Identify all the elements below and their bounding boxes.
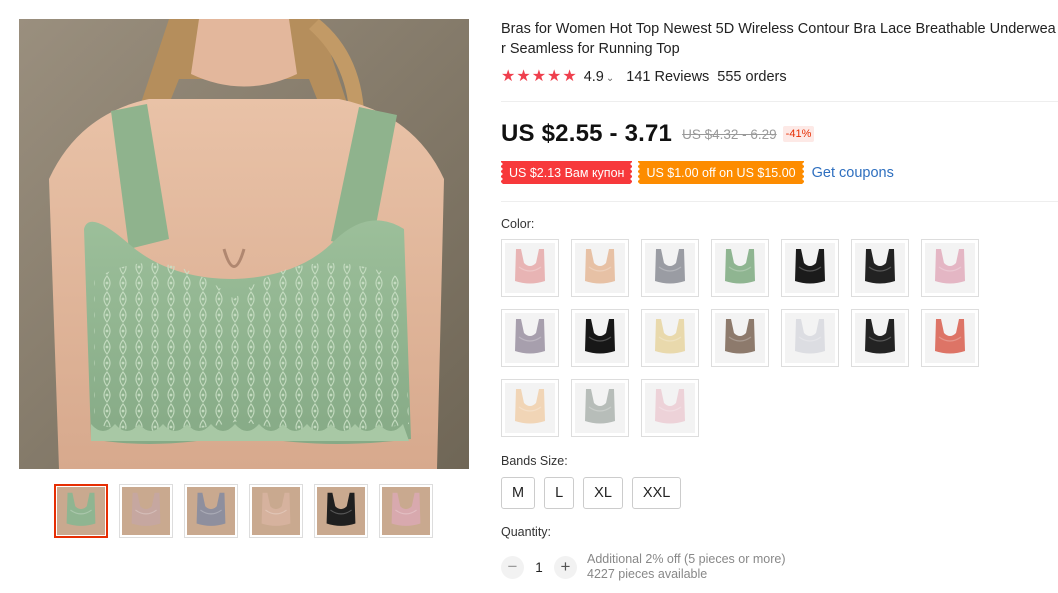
thumbnail-image <box>187 487 235 535</box>
price-row: US $2.55 - 3.71 US $4.32 - 6.29 -41% <box>501 120 815 148</box>
swatch-image <box>505 313 555 363</box>
thumbnail-green[interactable] <box>54 484 108 538</box>
swatch-image <box>785 313 835 363</box>
thumbnail-image <box>57 487 105 535</box>
size-option-m[interactable]: M <box>501 477 536 509</box>
color-swatch-light-pink[interactable] <box>921 239 979 297</box>
color-swatch-beige[interactable] <box>571 239 629 297</box>
coupon-select[interactable]: US $1.00 off on US $15.00 <box>636 161 806 184</box>
quantity-label: Quantity: <box>501 525 552 539</box>
thumbnail-black[interactable] <box>314 484 368 538</box>
divider <box>501 201 1058 202</box>
thumbnail-image <box>317 487 365 535</box>
thumbnail-beige[interactable] <box>249 484 303 538</box>
rating-dropdown[interactable]: 4.9 ⌄ <box>584 69 615 85</box>
thumbnail-grey[interactable] <box>184 484 238 538</box>
get-coupons-link[interactable]: Get coupons <box>812 165 894 181</box>
color-swatch-skin-lace[interactable] <box>501 379 559 437</box>
color-swatch-coral[interactable] <box>921 309 979 367</box>
stock-available: 4227 pieces available <box>587 567 708 581</box>
star-icon: ★ <box>501 68 516 85</box>
coupon-store[interactable]: US $2.13 Вам купон <box>501 161 635 184</box>
size-option-l[interactable]: L <box>544 477 575 509</box>
quantity-value[interactable]: 1 <box>524 560 554 575</box>
thumbnail-pink-lace[interactable] <box>379 484 433 538</box>
color-swatch-cream[interactable] <box>641 309 699 367</box>
quantity-stepper: − 1 + Additional 2% off (5 pieces or mor… <box>501 552 785 582</box>
swatch-image <box>925 313 975 363</box>
swatch-image <box>575 243 625 293</box>
color-swatch-black[interactable] <box>851 239 909 297</box>
product-title: Bras for Women Hot Top Newest 5D Wireles… <box>501 21 1056 57</box>
product-info-panel: Bras for Women Hot Top Newest 5D Wireles… <box>501 0 1058 593</box>
thumbnail-pink[interactable] <box>119 484 173 538</box>
swatch-image <box>575 383 625 433</box>
rating-value: 4.9 <box>583 69 604 85</box>
rating-row: ★ ★ ★ ★ ★ 4.9 ⌄ 141 Reviews 555 orders <box>501 68 787 86</box>
star-icon: ★ <box>562 68 577 85</box>
thumbnail-image <box>122 487 170 535</box>
swatch-image <box>505 383 555 433</box>
quantity-decrease-button[interactable]: − <box>501 555 524 579</box>
color-swatch-black-lace-2[interactable] <box>851 309 909 367</box>
color-swatch-lavender-grey[interactable] <box>501 309 559 367</box>
size-label: Bands Size: <box>501 454 568 468</box>
bulk-discount-note: Additional 2% off (5 pieces or more) <box>587 552 786 566</box>
star-icon: ★ <box>531 68 547 85</box>
color-swatch-pink[interactable] <box>501 239 559 297</box>
swatch-image <box>855 243 905 293</box>
quantity-increase-button[interactable]: + <box>554 555 577 579</box>
current-price: US $2.55 - 3.71 <box>501 120 673 147</box>
swatch-image <box>925 243 975 293</box>
swatch-image <box>645 383 695 433</box>
color-swatch-green[interactable] <box>711 239 769 297</box>
product-main-image[interactable] <box>19 19 469 469</box>
discount-badge: -41% <box>782 126 815 142</box>
swatch-image <box>785 243 835 293</box>
swatch-image <box>645 313 695 363</box>
swatch-image <box>645 243 695 293</box>
swatch-image <box>505 243 555 293</box>
color-swatch-black-lace[interactable] <box>781 239 839 297</box>
color-swatch-brown[interactable] <box>711 309 769 367</box>
chevron-down-icon: ⌄ <box>605 73 615 84</box>
star-icon: ★ <box>547 68 562 85</box>
size-option-xl[interactable]: XL <box>583 477 623 509</box>
star-icon: ★ <box>516 68 531 85</box>
thumbnail-image <box>382 487 430 535</box>
swatch-image <box>575 313 625 363</box>
reviews-link[interactable]: 141 Reviews <box>626 69 709 85</box>
thumbnail-image <box>252 487 300 535</box>
swatch-image <box>715 243 765 293</box>
coupon-row: US $2.13 Вам купон US $1.00 off on US $1… <box>501 161 894 184</box>
thumbnail-strip <box>54 484 433 538</box>
color-swatch-grey[interactable] <box>641 239 699 297</box>
product-photo-green-bra <box>19 19 469 469</box>
rating-stars: ★ ★ ★ ★ ★ <box>501 68 577 86</box>
color-swatch-white-lace[interactable] <box>781 309 839 367</box>
size-options: M L XL XXL <box>501 477 682 509</box>
original-price: US $4.32 - 6.29 <box>682 126 777 142</box>
swatch-image <box>855 313 905 363</box>
size-option-xxl[interactable]: XXL <box>631 477 682 509</box>
orders-count: 555 orders <box>717 69 787 85</box>
swatch-image <box>715 313 765 363</box>
divider <box>501 101 1058 102</box>
color-swatch-grey-lace[interactable] <box>571 379 629 437</box>
color-swatch-pink-lace[interactable] <box>641 379 699 437</box>
quantity-info: Additional 2% off (5 pieces or more) 422… <box>587 552 785 582</box>
color-label: Color: <box>501 217 535 231</box>
color-swatch-black-2[interactable] <box>571 309 629 367</box>
